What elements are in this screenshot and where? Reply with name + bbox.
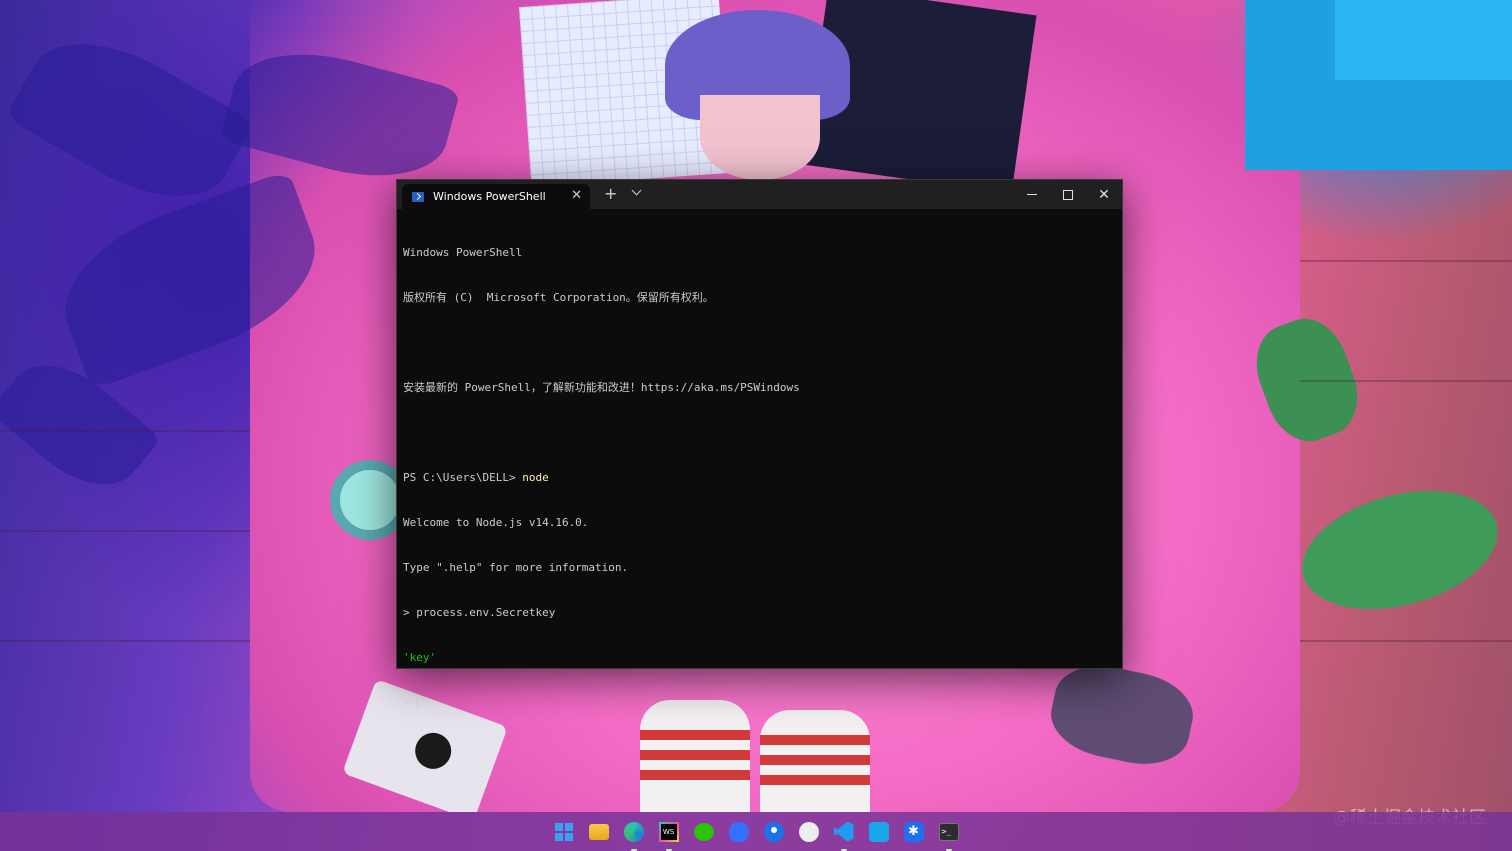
repl-prompt: > bbox=[403, 696, 417, 709]
console-line: 版权所有 (C) Microsoft Corporation。保留所有权利。 bbox=[403, 290, 1115, 305]
powershell-icon bbox=[412, 191, 424, 202]
taskbar-wechat[interactable] bbox=[692, 820, 716, 844]
console-line: Windows PowerShell bbox=[403, 245, 1115, 260]
file-explorer-icon bbox=[588, 823, 609, 840]
title-bar[interactable]: Windows PowerShell ✕ + ✕ bbox=[397, 180, 1122, 209]
console-line: 'key' bbox=[403, 650, 1115, 665]
taskbar-translate[interactable] bbox=[867, 820, 891, 844]
taskbar: ✱ >_ bbox=[0, 812, 1512, 851]
taskbar-feishu[interactable] bbox=[727, 820, 751, 844]
taskbar-maps[interactable] bbox=[762, 820, 786, 844]
console-text: Welcome to Node.js v14.16.0. bbox=[403, 516, 589, 529]
string-output: 'key' bbox=[403, 651, 437, 664]
vscode-icon bbox=[833, 821, 854, 842]
floor-plank bbox=[0, 430, 250, 432]
start-icon bbox=[554, 822, 573, 841]
floor-plank bbox=[0, 640, 250, 642]
close-button[interactable]: ✕ bbox=[1086, 180, 1122, 209]
running-indicator bbox=[945, 848, 952, 851]
webstorm-icon bbox=[658, 821, 679, 842]
taskbar-file-explorer[interactable] bbox=[587, 820, 611, 844]
terminal-icon: >_ bbox=[938, 822, 959, 841]
console-text: > process.env.Secretkey bbox=[403, 606, 556, 619]
running-indicator bbox=[630, 848, 637, 851]
console-line: PS C:\Users\DELL> node bbox=[403, 470, 1115, 485]
console-line: Type ".help" for more information. bbox=[403, 560, 1115, 575]
star-app-icon: ✱ bbox=[903, 821, 924, 842]
tab-windows-powershell[interactable]: Windows PowerShell ✕ bbox=[402, 184, 590, 209]
console-line: > process.env.Secretkey bbox=[403, 605, 1115, 620]
console-line: 安装最新的 PowerShell，了解新功能和改进！https://aka.ms… bbox=[403, 380, 1115, 395]
console-text: Type ".help" for more information. bbox=[403, 561, 629, 574]
floor-plank bbox=[1300, 260, 1512, 262]
wechat-icon bbox=[693, 822, 714, 841]
taskbar-vscode[interactable] bbox=[832, 820, 856, 851]
floor-plank bbox=[1300, 380, 1512, 382]
terminal-window[interactable]: Windows PowerShell ✕ + ✕ Windows PowerSh… bbox=[396, 179, 1123, 709]
chevron-down-icon[interactable] bbox=[631, 187, 643, 199]
taskbar-webstorm[interactable] bbox=[657, 820, 681, 851]
floor-plank bbox=[1300, 640, 1512, 642]
tab-title: Windows PowerShell bbox=[433, 190, 546, 203]
chat-icon bbox=[798, 821, 819, 842]
console-output[interactable]: Windows PowerShell 版权所有 (C) Microsoft Co… bbox=[403, 215, 1115, 740]
taskbar-chat[interactable] bbox=[797, 820, 821, 844]
new-tab-button[interactable]: + bbox=[604, 185, 617, 203]
wallpaper-face bbox=[700, 95, 820, 180]
taskbar-star-app[interactable]: ✱ bbox=[902, 820, 926, 844]
maps-icon bbox=[763, 821, 784, 842]
shell-prompt: PS C:\Users\DELL> bbox=[403, 471, 523, 484]
console-text: 版权所有 (C) Microsoft Corporation。保留所有权利。 bbox=[403, 291, 714, 304]
start-button[interactable] bbox=[552, 820, 576, 844]
maximize-button[interactable] bbox=[1050, 180, 1086, 209]
running-indicator bbox=[840, 848, 847, 851]
taskbar-edge[interactable] bbox=[622, 820, 646, 851]
feishu-icon bbox=[728, 821, 749, 842]
edge-icon bbox=[623, 821, 644, 842]
wallpaper-blue-box bbox=[1245, 0, 1512, 170]
tab-close-icon[interactable]: ✕ bbox=[571, 187, 582, 205]
console-text: 安装最新的 PowerShell，了解新功能和改进！https://aka.ms… bbox=[403, 381, 800, 394]
floor-plank bbox=[0, 530, 250, 532]
shell-command: node bbox=[522, 471, 549, 484]
console-input-line[interactable]: > bbox=[403, 695, 1115, 710]
wallpaper-green-slipper bbox=[1289, 470, 1511, 630]
text-cursor bbox=[417, 695, 419, 708]
console-text: Windows PowerShell bbox=[403, 246, 523, 259]
taskbar-terminal[interactable]: >_ bbox=[937, 820, 961, 851]
running-indicator bbox=[665, 848, 672, 851]
console-line: Welcome to Node.js v14.16.0. bbox=[403, 515, 1115, 530]
translate-icon bbox=[868, 821, 889, 842]
minimize-button[interactable] bbox=[1014, 180, 1050, 209]
